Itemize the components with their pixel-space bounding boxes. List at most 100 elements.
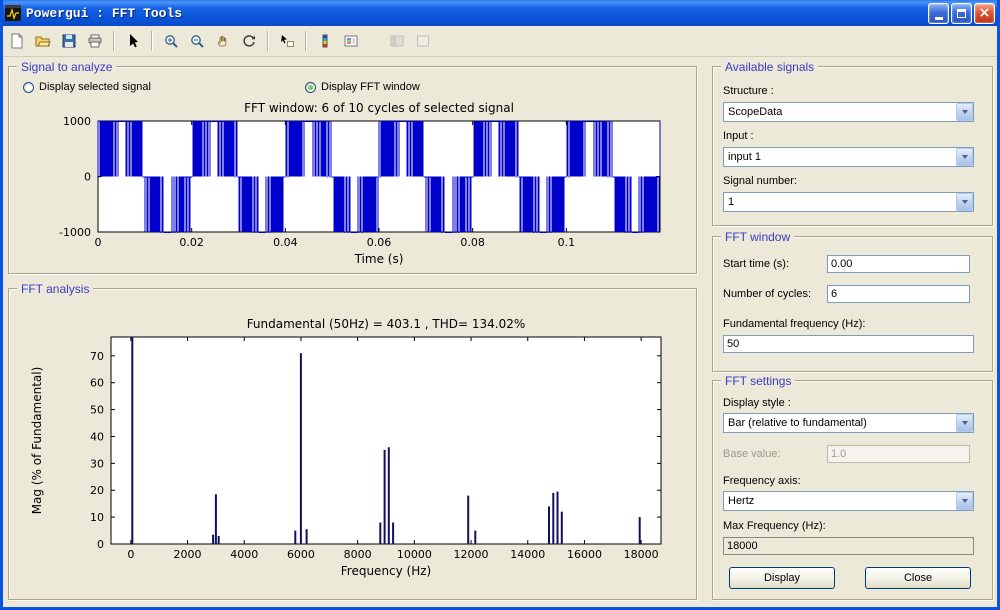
figure-palette-icon (385, 29, 409, 53)
signal-number-label: Signal number: (723, 175, 797, 187)
svg-text:0.08: 0.08 (460, 236, 485, 249)
chevron-down-icon (956, 103, 973, 121)
data-cursor-icon[interactable] (275, 29, 299, 53)
max-frequency-input[interactable] (723, 537, 974, 555)
insert-colorbar-icon[interactable] (313, 29, 337, 53)
maximize-icon (957, 9, 966, 18)
maximize-button[interactable] (951, 3, 972, 24)
svg-text:Frequency (Hz): Frequency (Hz) (341, 564, 432, 578)
app-icon (5, 5, 21, 21)
svg-text:Mag (% of Fundamental): Mag (% of Fundamental) (30, 367, 44, 515)
close-button[interactable]: × (974, 3, 995, 24)
zoom-out-icon[interactable] (185, 29, 209, 53)
svg-text:4000: 4000 (230, 548, 258, 561)
available-signals-panel: Available signals Structure : ScopeData … (712, 66, 993, 226)
radio-display-fft-window[interactable]: Display FFT window (305, 81, 420, 93)
fft-window-title: FFT window (721, 230, 794, 244)
toolbar (0, 26, 1000, 57)
cycles-input[interactable] (827, 285, 970, 303)
svg-text:0.06: 0.06 (367, 236, 392, 249)
available-signals-title: Available signals (721, 60, 818, 74)
svg-text:0: 0 (84, 171, 91, 184)
svg-text:0: 0 (127, 548, 134, 561)
svg-text:16000: 16000 (567, 548, 602, 561)
plot-browser-icon (411, 29, 435, 53)
svg-text:50: 50 (90, 404, 104, 417)
powergui-window: Powergui : FFT Tools × (0, 0, 1000, 610)
svg-text:0.1: 0.1 (558, 236, 576, 249)
display-style-value: Bar (relative to fundamental) (724, 417, 956, 429)
base-value-input (827, 445, 970, 463)
chevron-down-icon (956, 148, 973, 166)
svg-text:FFT window: 6 of 10 cycles of: FFT window: 6 of 10 cycles of selected s… (244, 101, 514, 115)
input-value: input 1 (724, 151, 956, 163)
svg-text:30: 30 (90, 457, 104, 470)
display-button[interactable]: Display (729, 567, 835, 589)
svg-text:Time (s): Time (s) (354, 252, 404, 266)
pointer-icon[interactable] (121, 29, 145, 53)
close-panel-button[interactable]: Close (865, 567, 971, 589)
chevron-down-icon (956, 492, 973, 510)
svg-text:14000: 14000 (510, 548, 545, 561)
fundamental-frequency-label: Fundamental frequency (Hz): (723, 318, 865, 330)
radio-display-selected-signal[interactable]: Display selected signal (23, 81, 151, 93)
svg-text:10: 10 (90, 511, 104, 524)
toolbar-separator (113, 31, 115, 51)
input-select[interactable]: input 1 (723, 147, 974, 167)
frequency-axis-value: Hertz (724, 495, 956, 507)
display-style-label: Display style : (723, 397, 791, 409)
svg-text:8000: 8000 (344, 548, 372, 561)
fft-analysis-panel: FFT analysis 020004000600080001000012000… (8, 288, 697, 600)
pan-hand-icon[interactable] (211, 29, 235, 53)
frequency-axis-select[interactable]: Hertz (723, 491, 974, 511)
svg-text:6000: 6000 (287, 548, 315, 561)
new-icon[interactable] (5, 29, 29, 53)
svg-text:0.02: 0.02 (179, 236, 204, 249)
rotate-3d-icon[interactable] (237, 29, 261, 53)
svg-text:0: 0 (95, 236, 102, 249)
max-frequency-label: Max Frequency (Hz): (723, 520, 826, 532)
fft-spectrum-plot: 0200040006000800010000120001400016000180… (21, 301, 686, 593)
open-icon[interactable] (31, 29, 55, 53)
titlebar[interactable]: Powergui : FFT Tools × (0, 0, 1000, 26)
radio-label: Display selected signal (39, 81, 151, 93)
frequency-axis-label: Frequency axis: (723, 475, 801, 487)
toolbar-separator (267, 31, 269, 51)
chevron-down-icon (956, 193, 973, 211)
fft-window-panel: FFT window Start time (s): Number of cyc… (712, 236, 993, 372)
display-style-select[interactable]: Bar (relative to fundamental) (723, 413, 974, 433)
svg-text:60: 60 (90, 377, 104, 390)
start-time-input[interactable] (827, 255, 970, 273)
structure-label: Structure : (723, 85, 774, 97)
svg-text:Fundamental (50Hz) = 403.1 , T: Fundamental (50Hz) = 403.1 , THD= 134.02… (247, 317, 526, 331)
window-title: Powergui : FFT Tools (26, 6, 923, 21)
radio-icon (23, 82, 34, 93)
zoom-in-icon[interactable] (159, 29, 183, 53)
signal-number-select[interactable]: 1 (723, 192, 974, 212)
fft-settings-panel: FFT settings Display style : Bar (relati… (712, 380, 993, 600)
chevron-down-icon (956, 414, 973, 432)
svg-text:2000: 2000 (174, 548, 202, 561)
fundamental-frequency-input[interactable] (723, 335, 974, 353)
close-icon: × (979, 6, 991, 20)
structure-select[interactable]: ScopeData (723, 102, 974, 122)
cycles-label: Number of cycles: (723, 288, 811, 300)
svg-text:10000: 10000 (397, 548, 432, 561)
print-icon[interactable] (83, 29, 107, 53)
input-label: Input : (723, 130, 754, 142)
insert-legend-icon[interactable] (339, 29, 363, 53)
signal-to-analyze-panel: Signal to analyze Display selected signa… (8, 66, 697, 274)
structure-value: ScopeData (724, 106, 956, 118)
start-time-label: Start time (s): (723, 258, 789, 270)
svg-text:40: 40 (90, 430, 104, 443)
save-icon[interactable] (57, 29, 81, 53)
fft-settings-title: FFT settings (721, 374, 795, 388)
svg-text:70: 70 (90, 350, 104, 363)
svg-text:20: 20 (90, 484, 104, 497)
signal-number-value: 1 (724, 196, 956, 208)
minimize-button[interactable] (928, 3, 949, 24)
svg-text:0: 0 (97, 538, 104, 551)
radio-icon-selected (305, 82, 316, 93)
svg-text:18000: 18000 (624, 548, 659, 561)
svg-text:1000: 1000 (63, 115, 91, 128)
